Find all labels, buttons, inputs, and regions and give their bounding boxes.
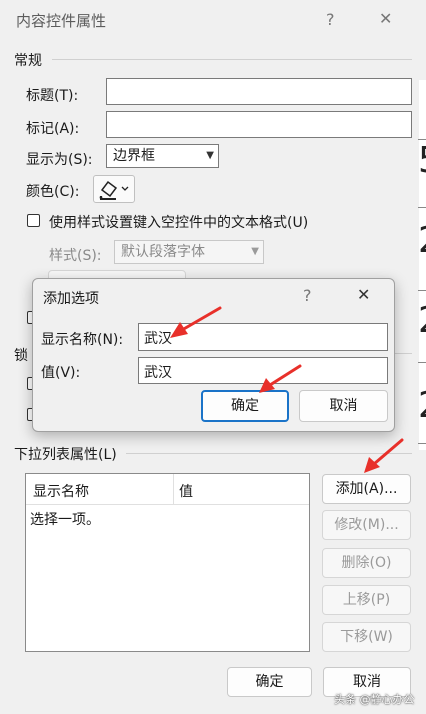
column-value[interactable]: 值 xyxy=(179,481,193,501)
lock-divider xyxy=(395,353,412,354)
column-display-name[interactable]: 显示名称 xyxy=(33,481,89,501)
tag-input[interactable] xyxy=(106,111,412,138)
general-divider xyxy=(52,59,412,60)
window-title: 内容控件属性 xyxy=(16,12,107,30)
modify-button[interactable]: 修改(M)... xyxy=(322,510,411,540)
document-line xyxy=(418,362,426,363)
dropdown-listbox[interactable]: 显示名称 值 选择一项。 xyxy=(25,473,310,652)
title-input[interactable] xyxy=(106,78,412,105)
watermark: 头条 @静心办公 xyxy=(334,693,415,706)
close-icon[interactable]: ✕ xyxy=(379,9,392,28)
show-as-label: 显示为(S): xyxy=(26,152,93,168)
use-style-label: 使用样式设置键入空控件中的文本格式(U) xyxy=(49,215,309,231)
document-line xyxy=(418,443,426,444)
style-label: 样式(S): xyxy=(49,248,102,264)
show-as-value: 边界框 xyxy=(113,148,155,164)
value-input[interactable]: 武汉 xyxy=(138,357,388,384)
add-option-dialog: 添加选项 ? ✕ 显示名称(N): 武汉 值(V): 武汉 确定 取消 xyxy=(32,278,395,432)
dropdown-divider xyxy=(126,453,412,454)
lock-section-label: 锁 xyxy=(14,348,28,364)
annotation-arrow-icon xyxy=(364,438,404,473)
dialog-ok-button[interactable]: 确定 xyxy=(201,390,289,422)
document-line xyxy=(418,290,426,291)
ok-button[interactable]: 确定 xyxy=(227,667,312,697)
delete-button[interactable]: 删除(O) xyxy=(322,548,411,578)
add-button[interactable]: 添加(A)... xyxy=(322,474,411,504)
dialog-cancel-button[interactable]: 取消 xyxy=(299,390,388,422)
dialog-help-button[interactable]: ? xyxy=(303,286,312,305)
paint-bucket-icon xyxy=(99,180,129,200)
use-style-checkbox[interactable] xyxy=(27,214,40,227)
show-as-select[interactable]: 边界框 ▼ xyxy=(106,144,219,168)
color-picker-button[interactable] xyxy=(93,175,135,203)
document-digit: 2 xyxy=(418,220,426,261)
document-digit: 2 xyxy=(418,300,426,341)
help-button[interactable]: ? xyxy=(326,10,335,29)
color-label: 颜色(C): xyxy=(26,184,80,200)
display-name-input[interactable]: 武汉 xyxy=(138,323,388,351)
chevron-down-icon: ▼ xyxy=(206,150,214,161)
general-section-label: 常规 xyxy=(14,53,42,69)
list-header: 显示名称 值 xyxy=(26,474,309,505)
move-up-button[interactable]: 上移(P) xyxy=(322,585,411,615)
document-line xyxy=(418,207,426,208)
dialog-close-icon[interactable]: ✕ xyxy=(357,285,370,304)
title-label: 标题(T): xyxy=(26,88,79,104)
document-digit: 5 xyxy=(418,140,426,181)
tag-label: 标记(A): xyxy=(26,121,80,137)
column-separator[interactable] xyxy=(173,474,174,504)
dialog-title: 添加选项 xyxy=(43,291,99,307)
list-item[interactable]: 选择一项。 xyxy=(30,509,100,529)
dropdown-section-label: 下拉列表属性(L) xyxy=(14,447,117,463)
move-down-button[interactable]: 下移(W) xyxy=(322,622,411,652)
style-value: 默认段落字体 xyxy=(121,244,205,260)
document-digit: 2 xyxy=(418,385,426,426)
value-label: 值(V): xyxy=(41,365,81,381)
chevron-down-icon: ▼ xyxy=(251,246,259,257)
display-name-label: 显示名称(N): xyxy=(41,332,124,348)
style-select[interactable]: 默认段落字体 ▼ xyxy=(114,240,264,264)
